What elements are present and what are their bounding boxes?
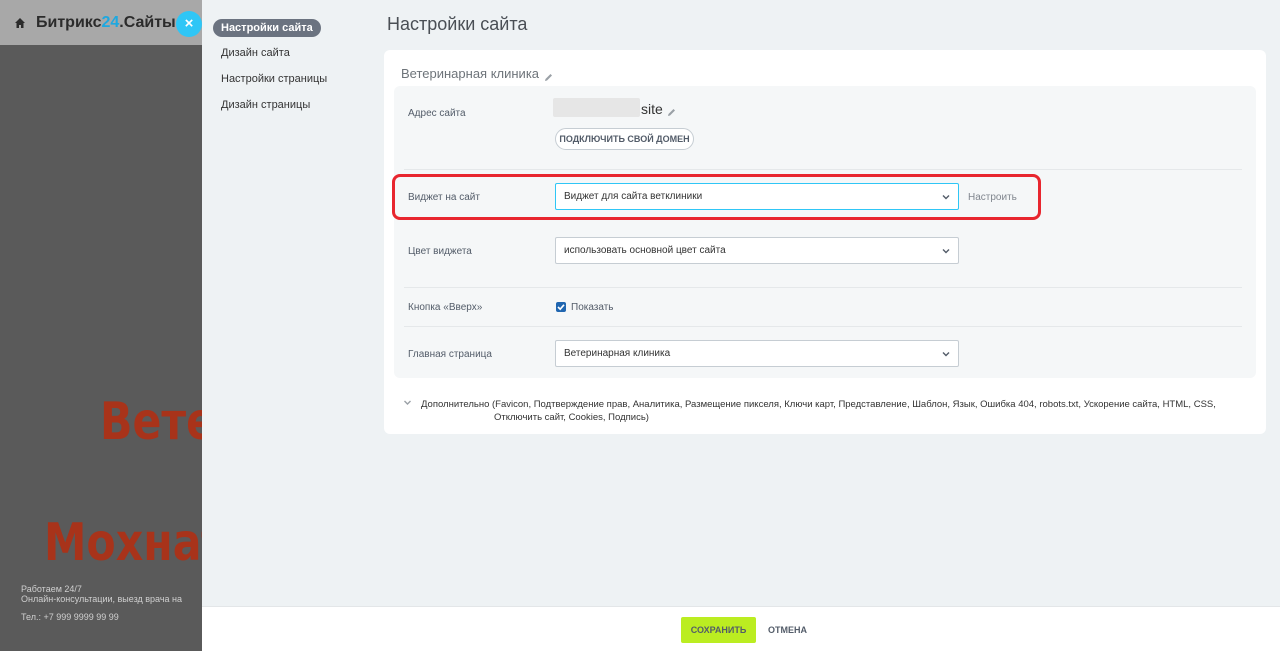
chevron-down-icon [942, 249, 950, 254]
chevron-down-icon [942, 352, 950, 357]
color-label: Цвет виджета [408, 246, 472, 257]
pencil-icon[interactable] [544, 70, 553, 82]
nav-item-page-settings[interactable]: Настройки страницы [221, 73, 327, 85]
nav-item-site-settings[interactable]: Настройки сайта [213, 19, 321, 37]
settings-form [394, 86, 1256, 378]
hero-subtitle: Мохнат [44, 513, 202, 573]
additional-line-1: Дополнительно (Favicon, Подтверждение пр… [421, 399, 1216, 410]
nav-item-page-design[interactable]: Дизайн страницы [221, 99, 310, 111]
expand-chevron-icon[interactable] [403, 398, 412, 407]
additional-line-2: Отключить сайт, Cookies, Подпись) [494, 412, 649, 423]
show-up-label[interactable]: Показать [571, 302, 614, 313]
home-icon[interactable] [14, 17, 26, 29]
check-icon [557, 304, 565, 311]
home-page-select-value: Ветеринарная клиника [564, 348, 671, 359]
divider [404, 287, 1242, 288]
address-blurred [553, 98, 640, 117]
settings-sidebar: Настройки сайта Дизайн сайта Настройки с… [202, 0, 362, 606]
up-button-label: Кнопка «Вверх» [408, 302, 483, 313]
address-label: Адрес сайта [408, 108, 466, 119]
save-button[interactable]: СОХРАНИТЬ [681, 617, 756, 643]
hero-title: Вете [100, 392, 202, 452]
color-select[interactable]: использовать основной цвет сайта [555, 237, 959, 264]
site-name[interactable]: Ветеринарная клиника [401, 66, 553, 82]
connect-domain-button[interactable]: ПОДКЛЮЧИТЬ СВОЙ ДОМЕН [555, 128, 694, 150]
divider [404, 326, 1242, 327]
background-site: Битрикс24.Сайты Вете Мохнат Работаем 24/… [0, 0, 202, 651]
cancel-button[interactable]: ОТМЕНА [768, 617, 807, 643]
show-up-checkbox[interactable] [556, 302, 566, 312]
home-page-select[interactable]: Ветеринарная клиника [555, 340, 959, 367]
services-text: Онлайн-консультации, выезд врача на [21, 594, 183, 604]
divider [404, 169, 1242, 170]
site-header: Битрикс24.Сайты [0, 0, 202, 45]
address-value: site [641, 101, 663, 117]
edit-address-icon[interactable] [667, 104, 676, 122]
highlight-frame [392, 174, 1041, 220]
page-title: Настройки сайта [387, 14, 528, 34]
nav-item-site-design[interactable]: Дизайн сайта [221, 47, 290, 59]
close-icon[interactable]: × [176, 11, 202, 37]
color-select-value: использовать основной цвет сайта [564, 245, 726, 256]
hours-text: Работаем 24/7 [21, 584, 82, 594]
phone-text: Тел.: +7 999 9999 99 99 [21, 612, 119, 622]
home-page-label: Главная страница [408, 349, 492, 360]
additional-settings-link[interactable]: Дополнительно (Favicon, Подтверждение пр… [421, 398, 1231, 424]
brand-logo[interactable]: Битрикс24.Сайты [36, 14, 176, 32]
